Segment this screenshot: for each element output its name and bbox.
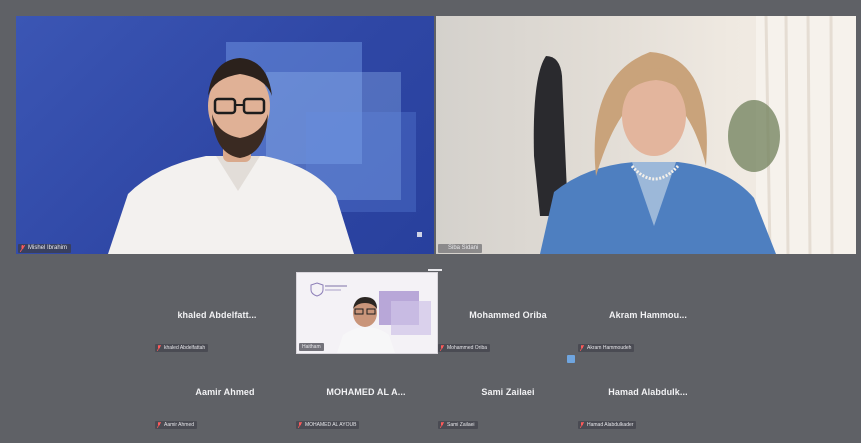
speaker-left-name-tag: Mishel Ibrahim	[18, 244, 72, 253]
participant-video-label: Haitham	[299, 343, 324, 351]
speaker-right-video	[533, 16, 856, 254]
participant-video-tile[interactable]: Haitham	[296, 272, 438, 354]
mic-muted-icon	[440, 422, 444, 428]
mic-muted-icon	[157, 345, 161, 351]
participant-label: Akram Hammoudeh	[578, 344, 635, 352]
mic-muted-icon	[157, 422, 161, 428]
participant-name: Akram Hammou...	[608, 310, 688, 320]
meeting-window: Mishel Ibrahim Siba Sidani khaled Abdelf…	[0, 0, 861, 443]
participant-label: Mohammed Oriba	[438, 344, 491, 352]
participant-tile-sami[interactable]: Sami Zailaei Sami Zailaei	[438, 355, 578, 429]
participant-tile-mohamed-al[interactable]: MOHAMED AL A... MOHAMED AL AYOUB	[296, 355, 436, 429]
participant-label: Hamad Alabdulkader	[578, 421, 637, 429]
mic-muted-icon	[440, 345, 444, 351]
participant-name: MOHAMED AL A...	[326, 387, 406, 397]
speaker-right-name: Siba Sidani	[448, 245, 479, 251]
participant-tile-aamir[interactable]: Aamir Ahmed Aamir Ahmed	[155, 355, 295, 429]
speaker-right-name-tag: Siba Sidani	[438, 244, 483, 253]
participant-tile-mohammed-oriba[interactable]: Mohammed Oriba Mohammed Oriba	[438, 278, 578, 352]
mic-muted-icon	[298, 422, 302, 428]
participant-video-name: Haitham	[302, 344, 321, 350]
speaker-tile-left[interactable]: Mishel Ibrahim	[16, 16, 434, 254]
participant-tag-text: MOHAMED AL AYOUB	[305, 422, 357, 428]
participant-tag-text: Mohammed Oriba	[447, 345, 488, 351]
participant-label: Sami Zailaei	[438, 421, 478, 429]
participant-tile-hamad[interactable]: Hamad Alabdulk... Hamad Alabdulkader	[578, 355, 718, 429]
participant-name: Mohammed Oriba	[469, 310, 547, 320]
mic-muted-icon	[580, 345, 584, 351]
participant-tag-text: Akram Hammoudeh	[587, 345, 632, 351]
participant-label: Aamir Ahmed	[155, 421, 198, 429]
participant-tag-text: Aamir Ahmed	[164, 422, 195, 428]
participant-name: khaled Abdelfatt...	[177, 310, 257, 320]
participant-tag-text: khaled Abdelfattah	[164, 345, 206, 351]
active-indicator	[428, 269, 442, 271]
participant-label: khaled Abdelfattah	[155, 344, 209, 352]
mic-muted-icon	[20, 245, 25, 252]
mic-muted-icon	[580, 422, 584, 428]
participant-tag-text: Hamad Alabdulkader	[587, 422, 634, 428]
participant-name: Aamir Ahmed	[195, 387, 255, 397]
participant-name: Sami Zailaei	[481, 387, 535, 397]
participant-label: MOHAMED AL AYOUB	[296, 421, 360, 429]
participant-tile-akram[interactable]: Akram Hammou... Akram Hammoudeh	[578, 278, 718, 352]
speaker-left-name: Mishel Ibrahim	[28, 245, 68, 251]
participant-tile-khaled[interactable]: khaled Abdelfatt... khaled Abdelfattah	[155, 278, 295, 352]
speaker-left-video	[108, 58, 422, 254]
participant-tag-text: Sami Zailaei	[447, 422, 475, 428]
participant-video	[297, 273, 437, 353]
participant-name: Hamad Alabdulk...	[608, 387, 688, 397]
speaker-tile-right[interactable]: Siba Sidani	[436, 16, 856, 254]
